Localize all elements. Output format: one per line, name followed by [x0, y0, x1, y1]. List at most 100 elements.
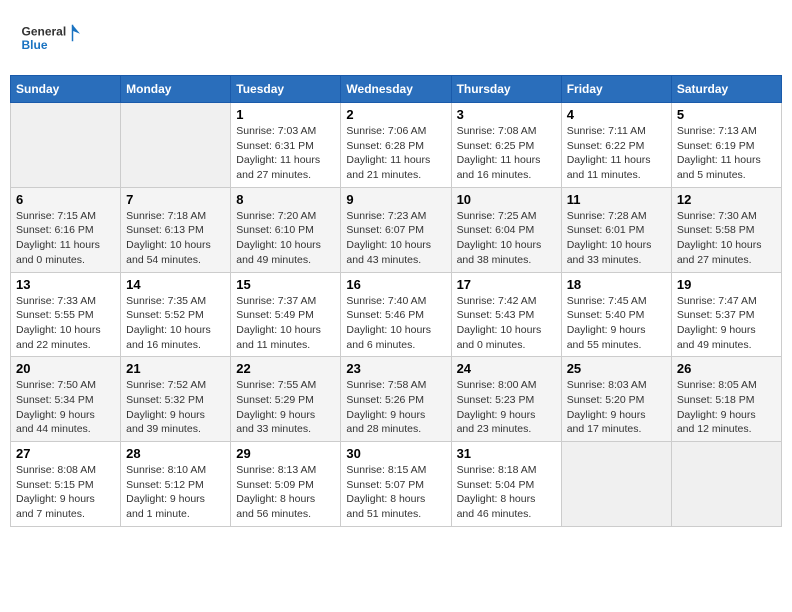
day-info: Sunrise: 7:55 AMSunset: 5:29 PMDaylight:… — [236, 378, 335, 437]
day-number: 5 — [677, 107, 776, 122]
weekday-header-wednesday: Wednesday — [341, 76, 451, 103]
day-number: 30 — [346, 446, 445, 461]
day-number: 10 — [457, 192, 556, 207]
weekday-header-tuesday: Tuesday — [231, 76, 341, 103]
weekday-header-saturday: Saturday — [671, 76, 781, 103]
day-info: Sunrise: 8:13 AMSunset: 5:09 PMDaylight:… — [236, 463, 335, 522]
calendar-cell: 13 Sunrise: 7:33 AMSunset: 5:55 PMDaylig… — [11, 272, 121, 357]
day-info: Sunrise: 8:00 AMSunset: 5:23 PMDaylight:… — [457, 378, 556, 437]
calendar-cell: 28 Sunrise: 8:10 AMSunset: 5:12 PMDaylig… — [121, 442, 231, 527]
calendar-cell: 31 Sunrise: 8:18 AMSunset: 5:04 PMDaylig… — [451, 442, 561, 527]
day-info: Sunrise: 8:18 AMSunset: 5:04 PMDaylight:… — [457, 463, 556, 522]
calendar-cell: 10 Sunrise: 7:25 AMSunset: 6:04 PMDaylig… — [451, 187, 561, 272]
calendar-cell: 29 Sunrise: 8:13 AMSunset: 5:09 PMDaylig… — [231, 442, 341, 527]
day-number: 31 — [457, 446, 556, 461]
calendar-cell: 9 Sunrise: 7:23 AMSunset: 6:07 PMDayligh… — [341, 187, 451, 272]
day-number: 2 — [346, 107, 445, 122]
svg-text:Blue: Blue — [22, 38, 48, 52]
day-info: Sunrise: 7:52 AMSunset: 5:32 PMDaylight:… — [126, 378, 225, 437]
day-info: Sunrise: 7:37 AMSunset: 5:49 PMDaylight:… — [236, 294, 335, 353]
calendar-cell: 2 Sunrise: 7:06 AMSunset: 6:28 PMDayligh… — [341, 103, 451, 188]
day-number: 20 — [16, 361, 115, 376]
calendar-cell: 23 Sunrise: 7:58 AMSunset: 5:26 PMDaylig… — [341, 357, 451, 442]
day-info: Sunrise: 8:03 AMSunset: 5:20 PMDaylight:… — [567, 378, 666, 437]
day-number: 18 — [567, 277, 666, 292]
day-number: 11 — [567, 192, 666, 207]
day-number: 3 — [457, 107, 556, 122]
day-number: 24 — [457, 361, 556, 376]
day-info: Sunrise: 7:33 AMSunset: 5:55 PMDaylight:… — [16, 294, 115, 353]
day-number: 28 — [126, 446, 225, 461]
day-info: Sunrise: 7:45 AMSunset: 5:40 PMDaylight:… — [567, 294, 666, 353]
day-number: 29 — [236, 446, 335, 461]
day-info: Sunrise: 7:47 AMSunset: 5:37 PMDaylight:… — [677, 294, 776, 353]
weekday-header-monday: Monday — [121, 76, 231, 103]
calendar-cell: 17 Sunrise: 7:42 AMSunset: 5:43 PMDaylig… — [451, 272, 561, 357]
page-header: General Blue — [10, 10, 782, 65]
calendar-cell: 4 Sunrise: 7:11 AMSunset: 6:22 PMDayligh… — [561, 103, 671, 188]
day-number: 12 — [677, 192, 776, 207]
day-number: 4 — [567, 107, 666, 122]
calendar-cell — [121, 103, 231, 188]
day-number: 22 — [236, 361, 335, 376]
day-info: Sunrise: 8:10 AMSunset: 5:12 PMDaylight:… — [126, 463, 225, 522]
logo-svg: General Blue — [20, 15, 80, 60]
day-info: Sunrise: 8:15 AMSunset: 5:07 PMDaylight:… — [346, 463, 445, 522]
day-info: Sunrise: 7:28 AMSunset: 6:01 PMDaylight:… — [567, 209, 666, 268]
day-number: 7 — [126, 192, 225, 207]
calendar-cell: 16 Sunrise: 7:40 AMSunset: 5:46 PMDaylig… — [341, 272, 451, 357]
day-info: Sunrise: 7:15 AMSunset: 6:16 PMDaylight:… — [16, 209, 115, 268]
calendar-table: SundayMondayTuesdayWednesdayThursdayFrid… — [10, 75, 782, 527]
day-info: Sunrise: 8:05 AMSunset: 5:18 PMDaylight:… — [677, 378, 776, 437]
calendar-cell: 25 Sunrise: 8:03 AMSunset: 5:20 PMDaylig… — [561, 357, 671, 442]
day-number: 13 — [16, 277, 115, 292]
day-info: Sunrise: 7:25 AMSunset: 6:04 PMDaylight:… — [457, 209, 556, 268]
calendar-cell: 26 Sunrise: 8:05 AMSunset: 5:18 PMDaylig… — [671, 357, 781, 442]
calendar-cell: 8 Sunrise: 7:20 AMSunset: 6:10 PMDayligh… — [231, 187, 341, 272]
day-number: 16 — [346, 277, 445, 292]
day-info: Sunrise: 7:20 AMSunset: 6:10 PMDaylight:… — [236, 209, 335, 268]
calendar-cell: 20 Sunrise: 7:50 AMSunset: 5:34 PMDaylig… — [11, 357, 121, 442]
calendar-cell: 22 Sunrise: 7:55 AMSunset: 5:29 PMDaylig… — [231, 357, 341, 442]
calendar-cell: 11 Sunrise: 7:28 AMSunset: 6:01 PMDaylig… — [561, 187, 671, 272]
calendar-cell: 12 Sunrise: 7:30 AMSunset: 5:58 PMDaylig… — [671, 187, 781, 272]
day-number: 17 — [457, 277, 556, 292]
day-number: 26 — [677, 361, 776, 376]
calendar-cell — [671, 442, 781, 527]
day-info: Sunrise: 7:30 AMSunset: 5:58 PMDaylight:… — [677, 209, 776, 268]
day-info: Sunrise: 7:11 AMSunset: 6:22 PMDaylight:… — [567, 124, 666, 183]
calendar-cell: 30 Sunrise: 8:15 AMSunset: 5:07 PMDaylig… — [341, 442, 451, 527]
calendar-cell: 18 Sunrise: 7:45 AMSunset: 5:40 PMDaylig… — [561, 272, 671, 357]
day-info: Sunrise: 7:42 AMSunset: 5:43 PMDaylight:… — [457, 294, 556, 353]
day-info: Sunrise: 7:50 AMSunset: 5:34 PMDaylight:… — [16, 378, 115, 437]
calendar-cell: 6 Sunrise: 7:15 AMSunset: 6:16 PMDayligh… — [11, 187, 121, 272]
weekday-header-friday: Friday — [561, 76, 671, 103]
day-number: 15 — [236, 277, 335, 292]
day-info: Sunrise: 7:40 AMSunset: 5:46 PMDaylight:… — [346, 294, 445, 353]
day-info: Sunrise: 7:58 AMSunset: 5:26 PMDaylight:… — [346, 378, 445, 437]
day-number: 9 — [346, 192, 445, 207]
calendar-cell: 19 Sunrise: 7:47 AMSunset: 5:37 PMDaylig… — [671, 272, 781, 357]
day-number: 23 — [346, 361, 445, 376]
weekday-header-sunday: Sunday — [11, 76, 121, 103]
day-number: 27 — [16, 446, 115, 461]
svg-text:General: General — [22, 24, 67, 38]
calendar-cell: 27 Sunrise: 8:08 AMSunset: 5:15 PMDaylig… — [11, 442, 121, 527]
day-info: Sunrise: 7:03 AMSunset: 6:31 PMDaylight:… — [236, 124, 335, 183]
calendar-cell: 14 Sunrise: 7:35 AMSunset: 5:52 PMDaylig… — [121, 272, 231, 357]
logo: General Blue — [20, 15, 80, 60]
calendar-cell — [561, 442, 671, 527]
day-number: 8 — [236, 192, 335, 207]
day-number: 1 — [236, 107, 335, 122]
calendar-cell: 1 Sunrise: 7:03 AMSunset: 6:31 PMDayligh… — [231, 103, 341, 188]
day-number: 19 — [677, 277, 776, 292]
day-number: 21 — [126, 361, 225, 376]
day-info: Sunrise: 7:23 AMSunset: 6:07 PMDaylight:… — [346, 209, 445, 268]
weekday-header-thursday: Thursday — [451, 76, 561, 103]
calendar-cell — [11, 103, 121, 188]
day-info: Sunrise: 7:08 AMSunset: 6:25 PMDaylight:… — [457, 124, 556, 183]
day-info: Sunrise: 7:06 AMSunset: 6:28 PMDaylight:… — [346, 124, 445, 183]
day-info: Sunrise: 8:08 AMSunset: 5:15 PMDaylight:… — [16, 463, 115, 522]
calendar-cell: 7 Sunrise: 7:18 AMSunset: 6:13 PMDayligh… — [121, 187, 231, 272]
calendar-cell: 21 Sunrise: 7:52 AMSunset: 5:32 PMDaylig… — [121, 357, 231, 442]
